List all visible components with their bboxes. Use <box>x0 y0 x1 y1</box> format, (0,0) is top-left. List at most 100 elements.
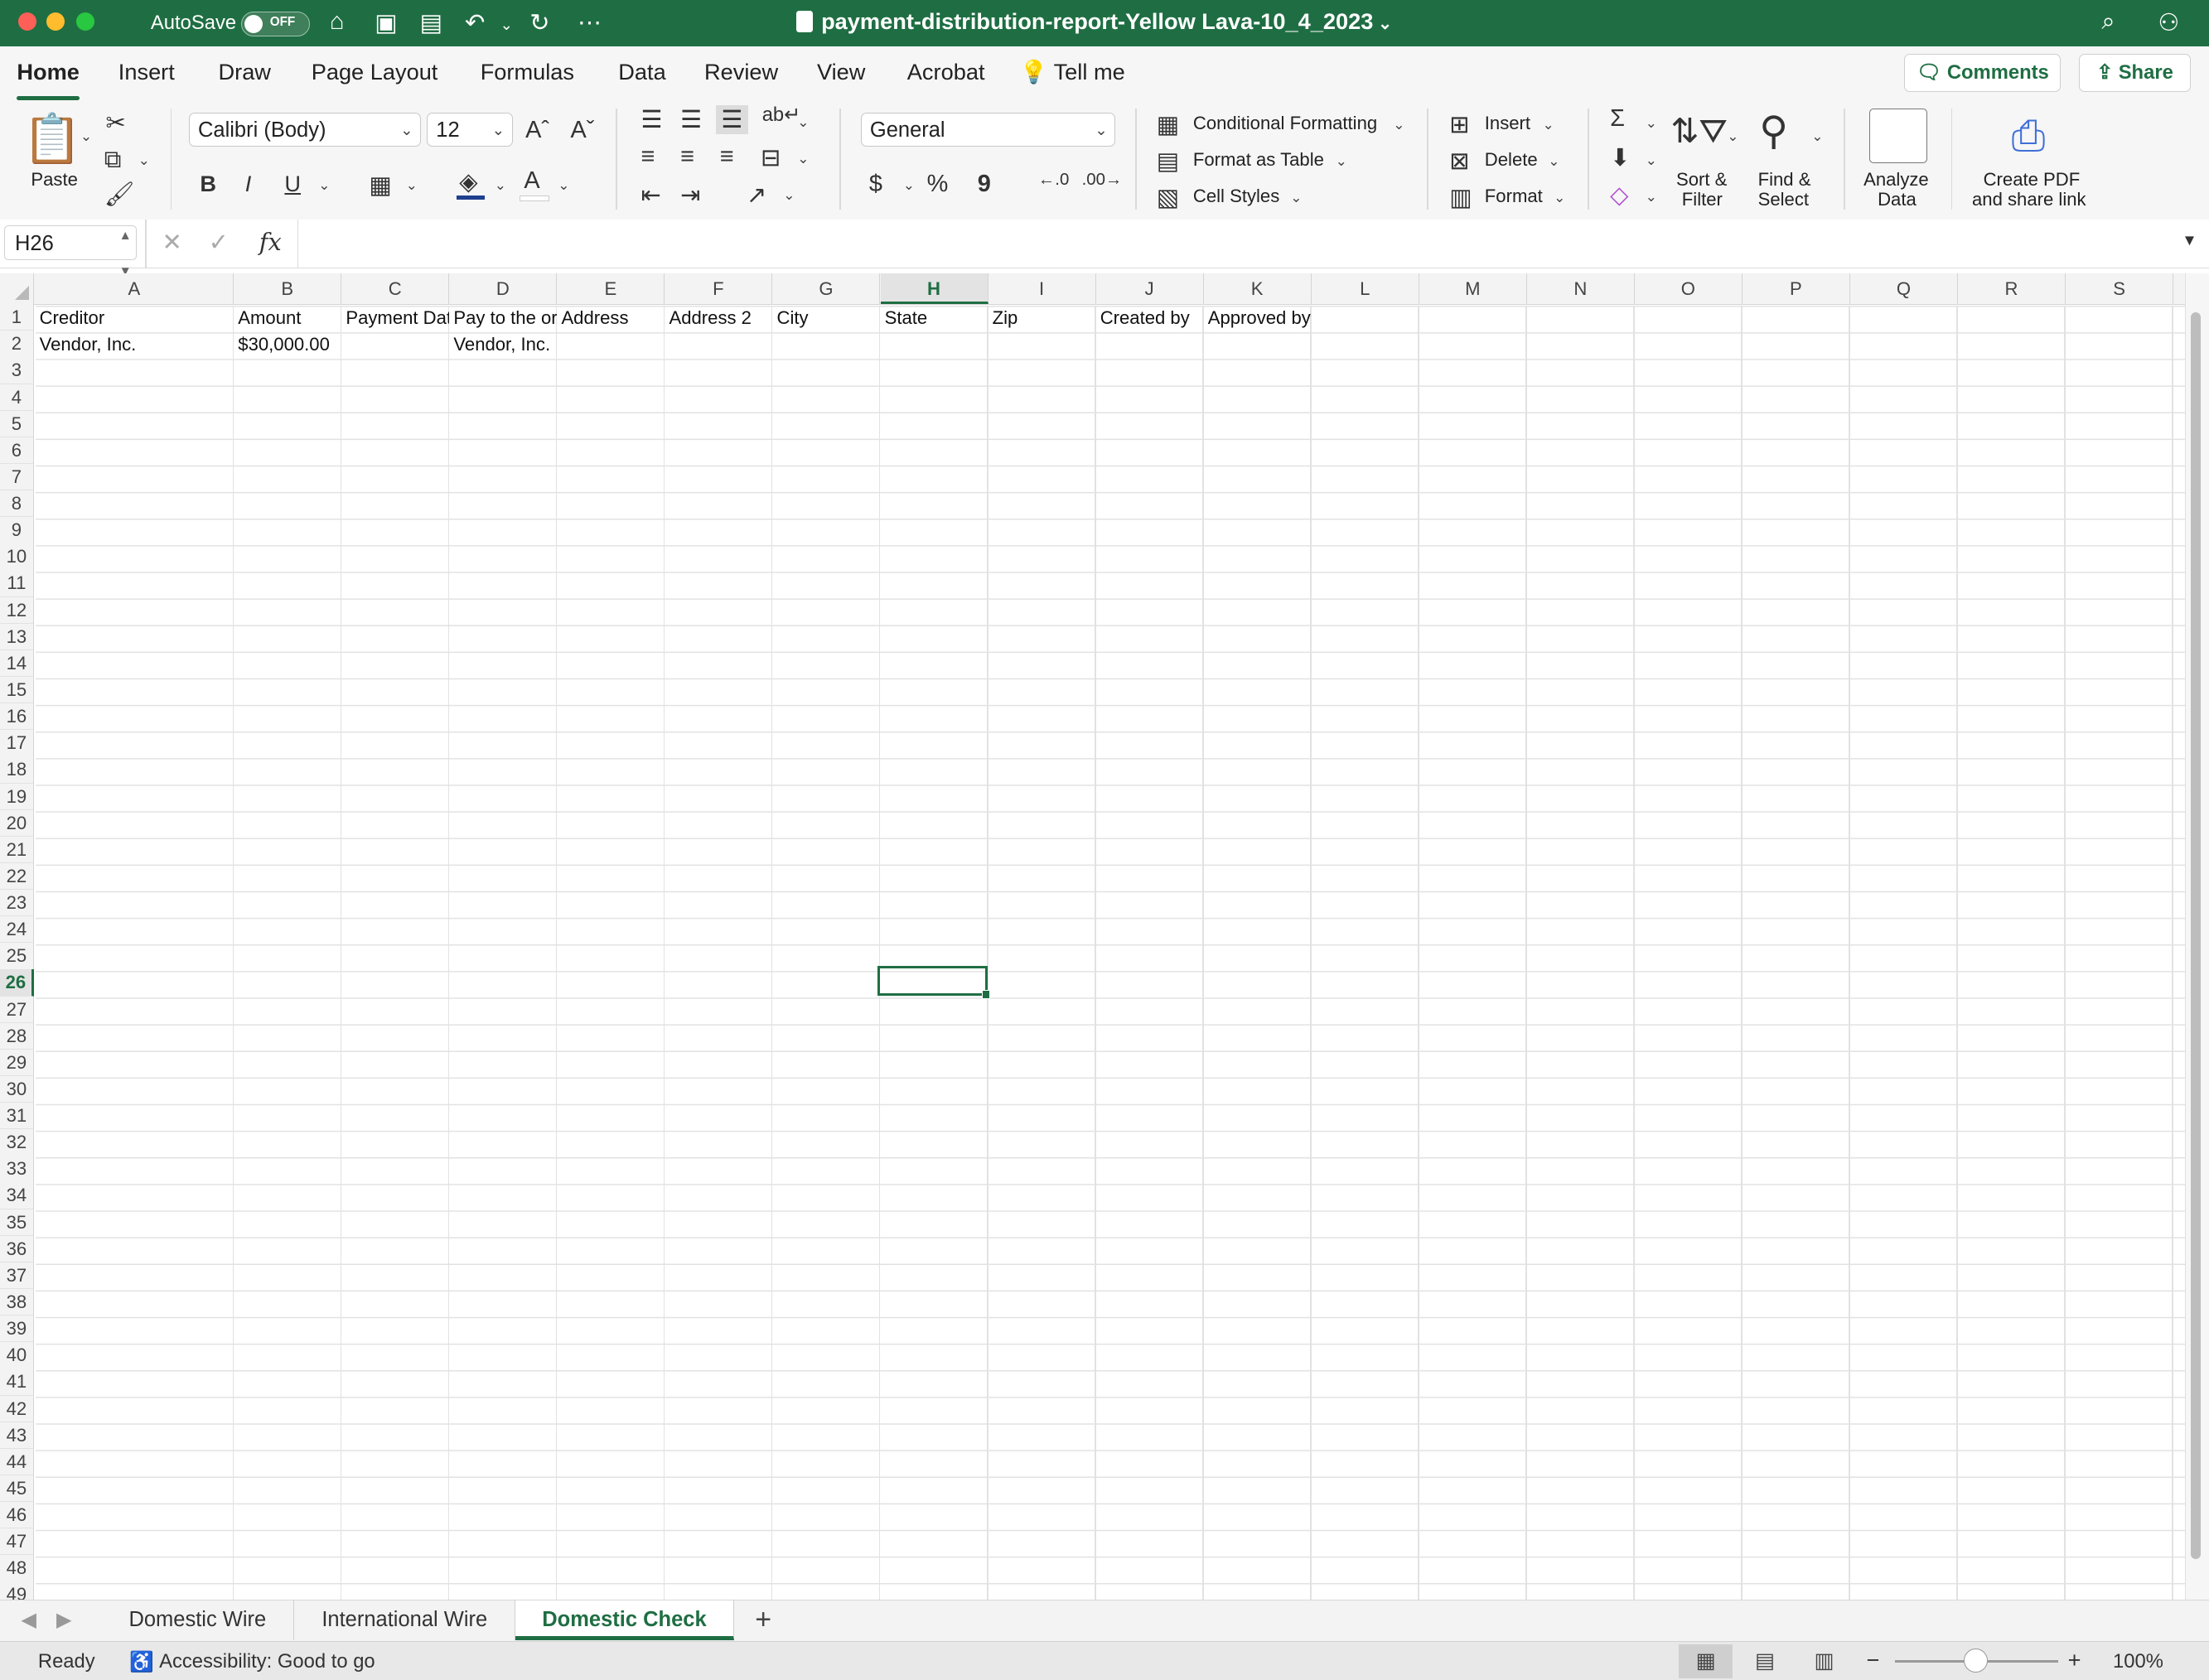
row-header-16[interactable]: 16 <box>0 703 34 731</box>
percent-button[interactable]: % <box>927 171 949 198</box>
scrollbar-thumb[interactable] <box>2191 312 2202 1559</box>
align-left-icon[interactable]: ≡ <box>641 143 655 171</box>
underline-button[interactable]: U <box>284 171 301 197</box>
row-header-35[interactable]: 35 <box>0 1209 34 1236</box>
row-header-38[interactable]: 38 <box>0 1288 34 1316</box>
column-header-m[interactable]: M <box>1419 273 1527 305</box>
format-cells-button[interactable]: Format <box>1485 186 1543 207</box>
row-header-14[interactable]: 14 <box>0 649 34 678</box>
save-as-icon[interactable]: ▤ <box>420 8 442 37</box>
cell-i1[interactable]: Zip <box>988 306 1096 331</box>
vertical-scrollbar[interactable] <box>2184 273 2209 1600</box>
row-header-33[interactable]: 33 <box>0 1156 34 1183</box>
row-header-36[interactable]: 36 <box>0 1235 34 1263</box>
row-header-12[interactable]: 12 <box>0 596 34 624</box>
enter-icon[interactable]: ✓ <box>209 228 229 257</box>
font-color-icon[interactable]: A <box>524 167 539 195</box>
column-header-e[interactable]: E <box>557 273 665 305</box>
text-orientation-dropdown-icon[interactable]: ⌄ <box>783 187 795 204</box>
cell-b2[interactable]: $30,000.00 <box>234 332 341 358</box>
zoom-out-icon[interactable]: − <box>1867 1647 1880 1673</box>
row-header-4[interactable]: 4 <box>0 384 34 411</box>
paste-icon[interactable]: 📋 <box>22 111 82 167</box>
find-select-icon[interactable]: ⚲ <box>1759 109 1788 154</box>
align-center-icon[interactable]: ≡ <box>680 143 694 171</box>
row-header-48[interactable]: 48 <box>0 1555 34 1582</box>
row-header-2[interactable]: 2 <box>0 331 34 358</box>
underline-dropdown-icon[interactable]: ⌄ <box>318 177 330 194</box>
comma-style-button[interactable]: 9 <box>978 171 991 198</box>
normal-view-button[interactable]: ▦ <box>1679 1644 1733 1678</box>
italic-button[interactable]: I <box>245 171 252 197</box>
autosave-toggle[interactable]: OFF <box>240 11 311 37</box>
cell-f1[interactable]: Address 2 <box>665 306 772 331</box>
cell-d2[interactable]: Vendor, Inc. <box>449 332 557 358</box>
column-header-j[interactable]: J <box>1096 273 1204 305</box>
tab-data[interactable]: Data <box>618 59 665 85</box>
tell-me-field[interactable]: Tell me <box>1054 59 1125 85</box>
sheet-tab-domestic-check[interactable]: Domestic Check <box>515 1600 734 1640</box>
font-size-select[interactable]: 12 ⌄ <box>427 112 513 147</box>
sort-filter-dropdown-icon[interactable]: ⌄ <box>1727 128 1738 145</box>
row-header-42[interactable]: 42 <box>0 1395 34 1422</box>
autosum-dropdown-icon[interactable]: ⌄ <box>1646 115 1657 132</box>
undo-icon[interactable]: ↶ <box>465 8 485 37</box>
sheet-tab-international-wire[interactable]: International Wire <box>294 1600 516 1640</box>
column-header-q[interactable]: Q <box>1850 273 1958 305</box>
chevron-down-icon[interactable]: ⌄ <box>1554 190 1565 206</box>
decrease-decimal-icon[interactable]: .00→ <box>1082 171 1123 190</box>
share-button[interactable]: ⇪ Share <box>2079 53 2191 92</box>
cell-d1[interactable]: Pay to the or <box>449 306 557 331</box>
row-header-37[interactable]: 37 <box>0 1262 34 1290</box>
column-header-d[interactable]: D <box>449 273 558 305</box>
more-icon[interactable]: ⋯ <box>578 8 602 37</box>
sort-filter-label-1[interactable]: Sort & <box>1676 169 1727 191</box>
row-header-17[interactable]: 17 <box>0 730 34 757</box>
row-header-28[interactable]: 28 <box>0 1022 34 1050</box>
row-header-18[interactable]: 18 <box>0 756 34 784</box>
increase-decimal-icon[interactable]: ←.0 <box>1038 171 1069 190</box>
delete-cells-button[interactable]: Delete <box>1485 149 1538 171</box>
column-header-f[interactable]: F <box>665 273 773 305</box>
row-header-30[interactable]: 30 <box>0 1075 34 1103</box>
text-orientation-icon[interactable]: ↗ <box>747 181 766 210</box>
home-icon[interactable]: ⌂ <box>330 8 344 36</box>
tab-formulas[interactable]: Formulas <box>481 59 574 85</box>
row-header-46[interactable]: 46 <box>0 1502 34 1529</box>
share-person-icon[interactable]: ⚇ <box>2158 8 2179 37</box>
analyze-data-label-2[interactable]: Data <box>1878 189 1917 210</box>
sheet-tab-domestic-wire[interactable]: Domestic Wire <box>101 1600 295 1640</box>
borders-icon[interactable]: ▦ <box>369 171 391 200</box>
cell-e1[interactable]: Address <box>557 306 665 331</box>
row-header-43[interactable]: 43 <box>0 1422 34 1449</box>
zoom-in-icon[interactable]: + <box>2068 1647 2081 1673</box>
number-format-select[interactable]: General ⌄ <box>860 112 1116 147</box>
cell-styles-button[interactable]: Cell Styles <box>1193 186 1279 207</box>
conditional-formatting-button[interactable]: Conditional Formatting <box>1193 113 1377 134</box>
paste-label[interactable]: Paste <box>31 169 78 191</box>
row-header-10[interactable]: 10 <box>0 543 34 571</box>
increase-font-icon[interactable]: Aˆ <box>525 117 549 144</box>
row-header-23[interactable]: 23 <box>0 890 34 917</box>
insert-cells-icon[interactable]: ⊞ <box>1449 110 1469 139</box>
clear-icon[interactable]: ◇ <box>1610 181 1628 210</box>
zoom-window-button[interactable] <box>75 12 94 31</box>
font-name-select[interactable]: Calibri (Body) ⌄ <box>188 112 422 147</box>
row-header-5[interactable]: 5 <box>0 410 34 437</box>
row-header-39[interactable]: 39 <box>0 1316 34 1343</box>
column-header-s[interactable]: S <box>2066 273 2174 305</box>
expand-formula-bar-icon[interactable]: ▼ <box>2182 231 2197 249</box>
row-header-22[interactable]: 22 <box>0 862 34 891</box>
tab-home[interactable]: Home <box>17 59 80 100</box>
sort-filter-label-2[interactable]: Filter <box>1682 189 1723 210</box>
row-header-25[interactable]: 25 <box>0 943 34 970</box>
find-select-label-1[interactable]: Find & <box>1758 169 1811 191</box>
format-painter-icon[interactable]: 🖌 <box>104 181 135 209</box>
delete-cells-icon[interactable]: ⊠ <box>1449 147 1469 176</box>
row-header-21[interactable]: 21 <box>0 836 34 864</box>
zoom-level[interactable]: 100% <box>2113 1650 2163 1673</box>
row-header-27[interactable]: 27 <box>0 996 34 1023</box>
cell-c1[interactable]: Payment Dat <box>341 306 449 331</box>
tab-insert[interactable]: Insert <box>118 59 175 85</box>
row-header-41[interactable]: 41 <box>0 1369 34 1396</box>
